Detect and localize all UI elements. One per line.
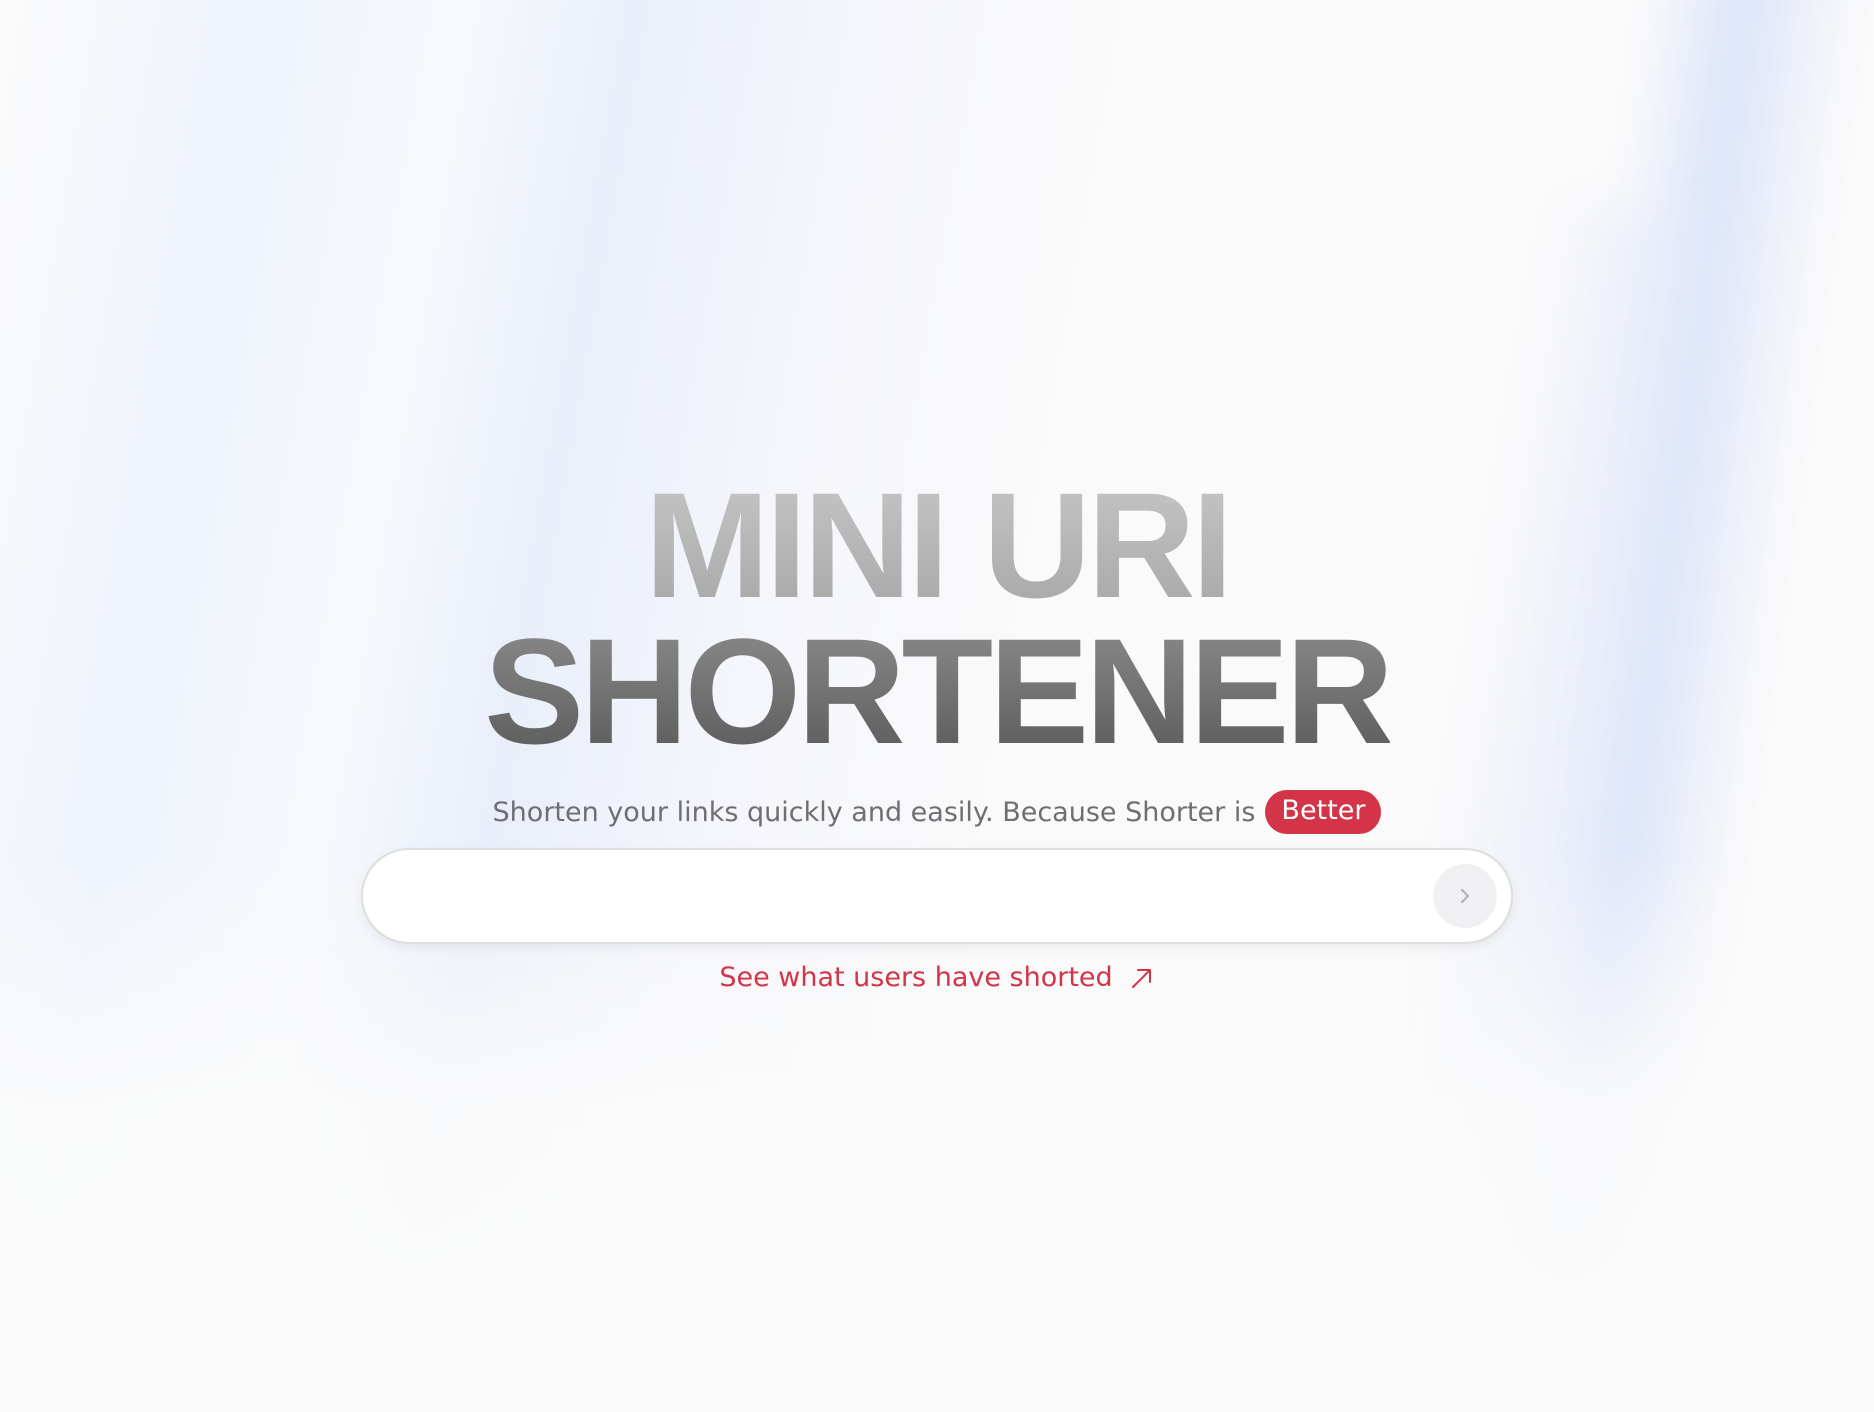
hero-section: MINI URI SHORTENER Shorten your links qu…	[0, 470, 1874, 993]
better-badge: Better	[1265, 790, 1382, 835]
url-input[interactable]	[399, 865, 1433, 928]
title-line-1: MINI URI	[644, 461, 1234, 629]
submit-button[interactable]	[1433, 864, 1497, 929]
url-input-bar	[361, 848, 1513, 945]
arrow-up-right-icon	[1129, 965, 1155, 991]
subtitle: Shorten your links quickly and easily. B…	[492, 790, 1382, 835]
see-shorted-links[interactable]: See what users have shorted	[719, 962, 1154, 993]
see-shorted-label: See what users have shorted	[719, 962, 1113, 994]
subtitle-text: Shorten your links quickly and easily. B…	[492, 796, 1256, 828]
title-line-2: SHORTENER	[484, 607, 1394, 775]
chevron-right-icon	[1454, 885, 1476, 907]
